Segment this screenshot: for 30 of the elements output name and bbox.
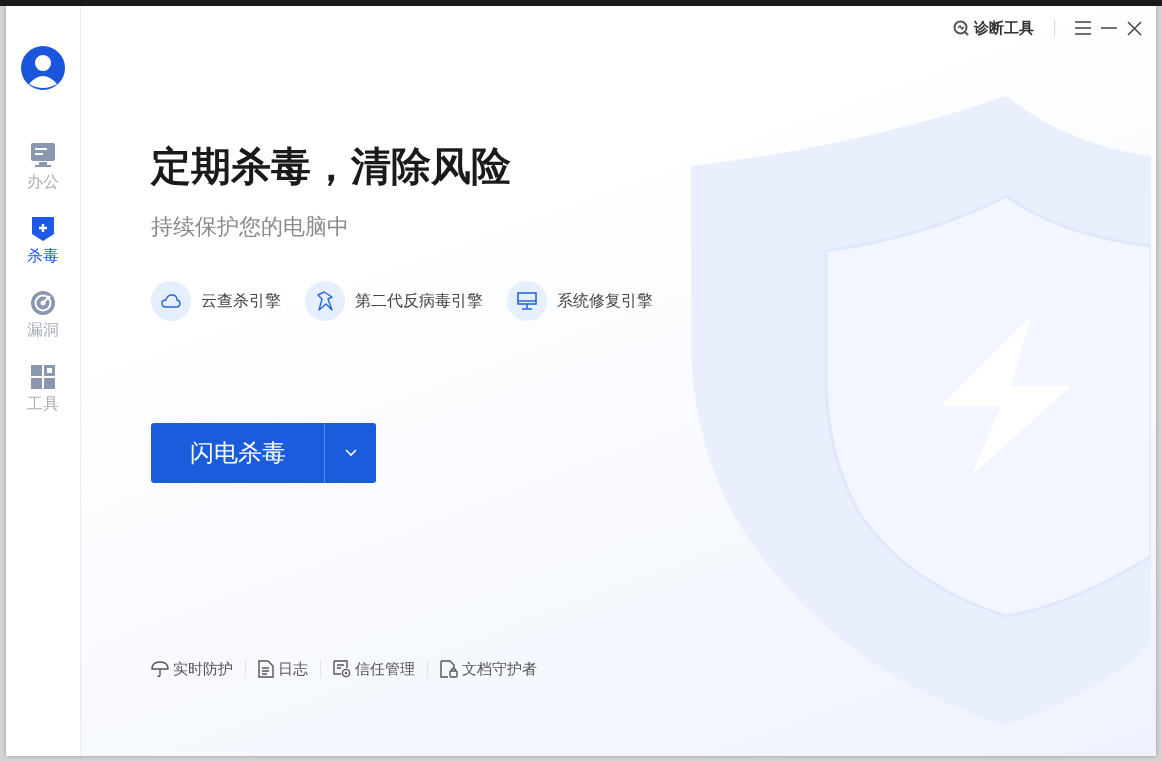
radar-icon <box>30 290 56 316</box>
diagnose-icon <box>953 20 969 36</box>
headline: 定期杀毒，清除风险 <box>151 142 512 190</box>
grid-icon <box>30 364 56 390</box>
footer-link[interactable]: 文档守护者 <box>440 658 537 681</box>
footer-link[interactable]: 日志 <box>258 658 308 681</box>
bird-icon <box>316 291 334 311</box>
monitor-icon <box>30 142 56 168</box>
umbrella-icon <box>151 660 169 679</box>
document-lock-icon <box>440 660 458 679</box>
sidebar-tab[interactable]: 杀毒 <box>27 216 59 268</box>
avatar-icon[interactable] <box>21 46 65 90</box>
trusted-file-icon <box>333 660 351 679</box>
engine-label: 系统修复引擎 <box>557 290 653 312</box>
menu-button[interactable] <box>1075 21 1091 35</box>
cloud-icon <box>161 294 181 308</box>
engine-label: 云查杀引擎 <box>201 290 281 312</box>
close-button[interactable] <box>1127 20 1142 36</box>
quick-scan-button[interactable]: 闪电杀毒 <box>151 423 324 483</box>
subtitle: 持续保护您的电脑中 <box>151 213 350 241</box>
document-icon <box>258 660 274 679</box>
footer-link[interactable]: 信任管理 <box>333 658 415 681</box>
engine-label: 第二代反病毒引擎 <box>355 290 483 312</box>
diagnose-tool-button[interactable]: 诊断工具 <box>953 16 1034 40</box>
menu-icon <box>1075 21 1091 35</box>
caret-icon <box>344 449 357 457</box>
monitor-icon <box>517 292 537 310</box>
shield-icon <box>30 216 56 242</box>
close-icon <box>1127 20 1142 36</box>
footer-link[interactable]: 实时防护 <box>151 658 233 681</box>
